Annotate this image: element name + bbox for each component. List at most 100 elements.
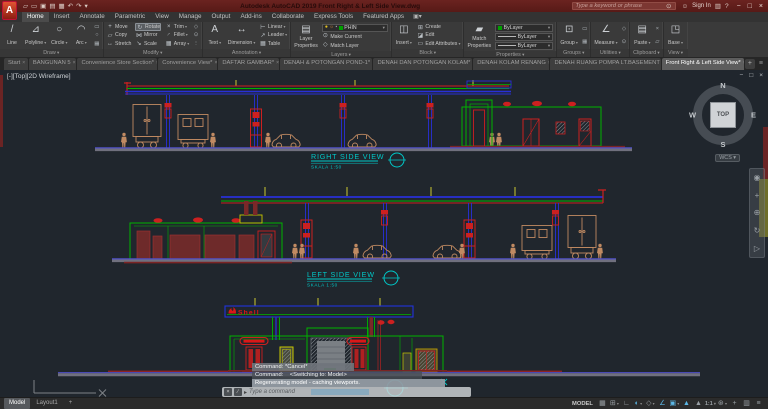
command-line-input[interactable]: × ∕ ▸ Type a command (222, 387, 471, 397)
clipboard-extra-tools[interactable]: ×▱ (654, 23, 660, 48)
file-tab[interactable]: DENAH & POTONGAN POND-1*× (280, 58, 373, 70)
chevron-down-icon[interactable]: ▾ (383, 25, 385, 31)
restore-button[interactable]: □ (748, 3, 752, 10)
layout-tab-+[interactable]: + (64, 398, 78, 409)
grid-icon[interactable]: ▦ (597, 398, 608, 409)
arc-tool[interactable]: ◠Arc (71, 23, 91, 48)
viewcube-top-face[interactable]: TOP (710, 102, 736, 128)
trim-tool[interactable]: ×Trim (165, 23, 189, 31)
layout-tab-layout1[interactable]: Layout1 (31, 398, 62, 409)
edit-block-tool[interactable]: ◪Edit (417, 31, 461, 39)
ribbon-display-toggle-icon[interactable]: ▣▾ (409, 12, 426, 22)
customization-icon[interactable]: + (729, 398, 740, 409)
array-tool[interactable]: ▦Array (165, 40, 189, 48)
color-dropdown[interactable]: ByLayer▾ (495, 24, 553, 32)
new-tab-button[interactable]: + (745, 59, 755, 69)
chevron-down-icon[interactable]: ▾ (724, 401, 727, 406)
file-tab[interactable]: BANGUNAN 5× (29, 58, 77, 70)
search-icon[interactable]: ⊙ (666, 2, 671, 10)
viewcube-south[interactable]: S (720, 140, 725, 149)
file-tab[interactable]: Convenience Store Section*× (77, 58, 157, 70)
edit-attributes-tool[interactable]: ▭Edit Attributes (417, 40, 461, 48)
clipboard-panel-label[interactable]: Clipboard (630, 49, 662, 57)
polar-tracking-icon[interactable]: ◐ ▾ (633, 398, 644, 409)
file-tab[interactable]: DENAH DAN POTONGAN KOLAM*× (373, 58, 472, 70)
ribbon-tab-home[interactable]: Home (22, 12, 49, 22)
modify-extra-tools[interactable]: ◇ ⊙ ⋮ (192, 23, 200, 48)
layers-panel-label[interactable]: Layers (291, 51, 391, 57)
redo-icon[interactable]: ↷ (76, 2, 81, 10)
id-point-icon[interactable]: ⊙ (622, 39, 627, 45)
groups-panel-label[interactable]: Groups (557, 49, 590, 57)
model-space-canvas[interactable]: RIGHT SIDE VIEW SKALA 1:50 (0, 70, 768, 397)
save-as-icon[interactable]: ▤ (49, 2, 55, 10)
copy-clip-icon[interactable]: ▱ (655, 39, 659, 45)
linear-tool[interactable]: ⊢Linear (259, 23, 287, 31)
file-tab[interactable]: Convenience View*× (158, 58, 217, 70)
annotation-panel-label[interactable]: Annotation (203, 49, 290, 57)
lineweight-dropdown[interactable]: ByLayer▾ (495, 33, 553, 41)
navigation-bar[interactable]: ◉+⊕↻▷ (749, 168, 765, 258)
hatch-icon[interactable]: ▦ (94, 41, 99, 47)
ribbon-tab-parametric[interactable]: Parametric (110, 12, 150, 22)
workspace-icon[interactable]: ⊛ ▾ (717, 398, 728, 409)
measure-tool[interactable]: ∠Measure (593, 23, 618, 48)
stretch-tool[interactable]: ↔Stretch (107, 40, 132, 48)
chevron-down-icon[interactable]: ▾ (616, 401, 619, 406)
viewcube-west[interactable]: W (689, 111, 696, 120)
ribbon-tab-express-tools[interactable]: Express Tools (309, 12, 358, 22)
viewcube[interactable]: TOP N S W E (691, 83, 755, 147)
doc-close-button[interactable]: × (759, 72, 763, 79)
insert-tool[interactable]: ◫Insert (394, 23, 414, 48)
rectangle-icon[interactable]: ▭ (94, 24, 99, 30)
undo-icon[interactable]: ↶ (68, 2, 73, 10)
properties-panel-label[interactable]: Properties (464, 51, 556, 57)
ribbon-tab-collaborate[interactable]: Collaborate (267, 12, 309, 22)
group-edit-icon[interactable]: ▦ (582, 39, 587, 45)
modify-panel-label[interactable]: Modify (104, 49, 202, 57)
model-space-indicator[interactable]: MODEL (572, 401, 596, 407)
isolate-objects-icon[interactable]: ▥ (741, 398, 752, 409)
chevron-down-icon[interactable]: ▾ (639, 401, 642, 406)
close-tab-icon[interactable]: × (548, 60, 550, 66)
viewport-controls[interactable]: [-][Top][2D Wireframe] (7, 73, 71, 80)
ribbon-tab-annotate[interactable]: Annotate (75, 12, 110, 22)
layer-properties-tool[interactable]: ▤LayerProperties (293, 23, 319, 50)
chevron-down-icon[interactable]: ▾ (713, 401, 716, 406)
viewcube-east[interactable]: E (751, 111, 756, 120)
object-snap-icon[interactable]: ▣ ▾ (669, 398, 680, 409)
tab-overflow-menu-icon[interactable]: ≡ (756, 58, 766, 70)
show-motion-icon[interactable]: ▷ (754, 244, 760, 253)
close-tab-icon[interactable]: × (214, 60, 217, 66)
scale-tool[interactable]: ↘Scale (135, 40, 161, 48)
copy-tool[interactable]: ▱Copy (107, 31, 132, 39)
leader-tool[interactable]: ↗Leader (259, 31, 287, 39)
close-button[interactable]: × (759, 3, 763, 10)
viewcube-north[interactable]: N (720, 81, 725, 90)
close-tab-icon[interactable]: × (156, 60, 157, 66)
make-current-tool[interactable]: ⊙Make Current (322, 33, 388, 41)
circle-tool[interactable]: ○Circle (49, 23, 69, 48)
sign-in-button[interactable]: Sign In (692, 3, 711, 9)
file-tab[interactable]: Front Right & Left Side View*× (662, 58, 744, 70)
text-tool[interactable]: AText (205, 23, 225, 48)
close-icon[interactable]: × (224, 388, 232, 396)
minimize-button[interactable]: − (737, 3, 741, 10)
ortho-icon[interactable]: ∟ (621, 398, 632, 409)
file-tab[interactable]: DAFTAR GAMBAR*× (218, 58, 279, 70)
explode-icon[interactable]: ⊙ (193, 32, 199, 38)
chevron-down-icon[interactable]: ▾ (548, 25, 550, 31)
utilities-panel-label[interactable]: Utilities (591, 49, 629, 57)
open-icon[interactable]: ▭ (31, 2, 37, 10)
ungroup-icon[interactable]: ▭ (582, 26, 587, 32)
ribbon-tab-output[interactable]: Output (207, 12, 236, 22)
cut-icon[interactable]: × (655, 26, 659, 32)
file-tab[interactable]: Start× (4, 58, 28, 70)
app-store-icon[interactable]: ▥ (715, 2, 721, 10)
annotation-scale-icon[interactable]: 1:1 ▾ (705, 398, 716, 409)
doc-minimize-button[interactable]: − (739, 72, 743, 79)
draw-panel-label[interactable]: Draw (0, 49, 103, 57)
move-tool[interactable]: +Move (107, 23, 132, 31)
snap-mode-icon[interactable]: ⊞ ▾ (609, 398, 620, 409)
table-tool[interactable]: ▦Table (259, 40, 287, 48)
